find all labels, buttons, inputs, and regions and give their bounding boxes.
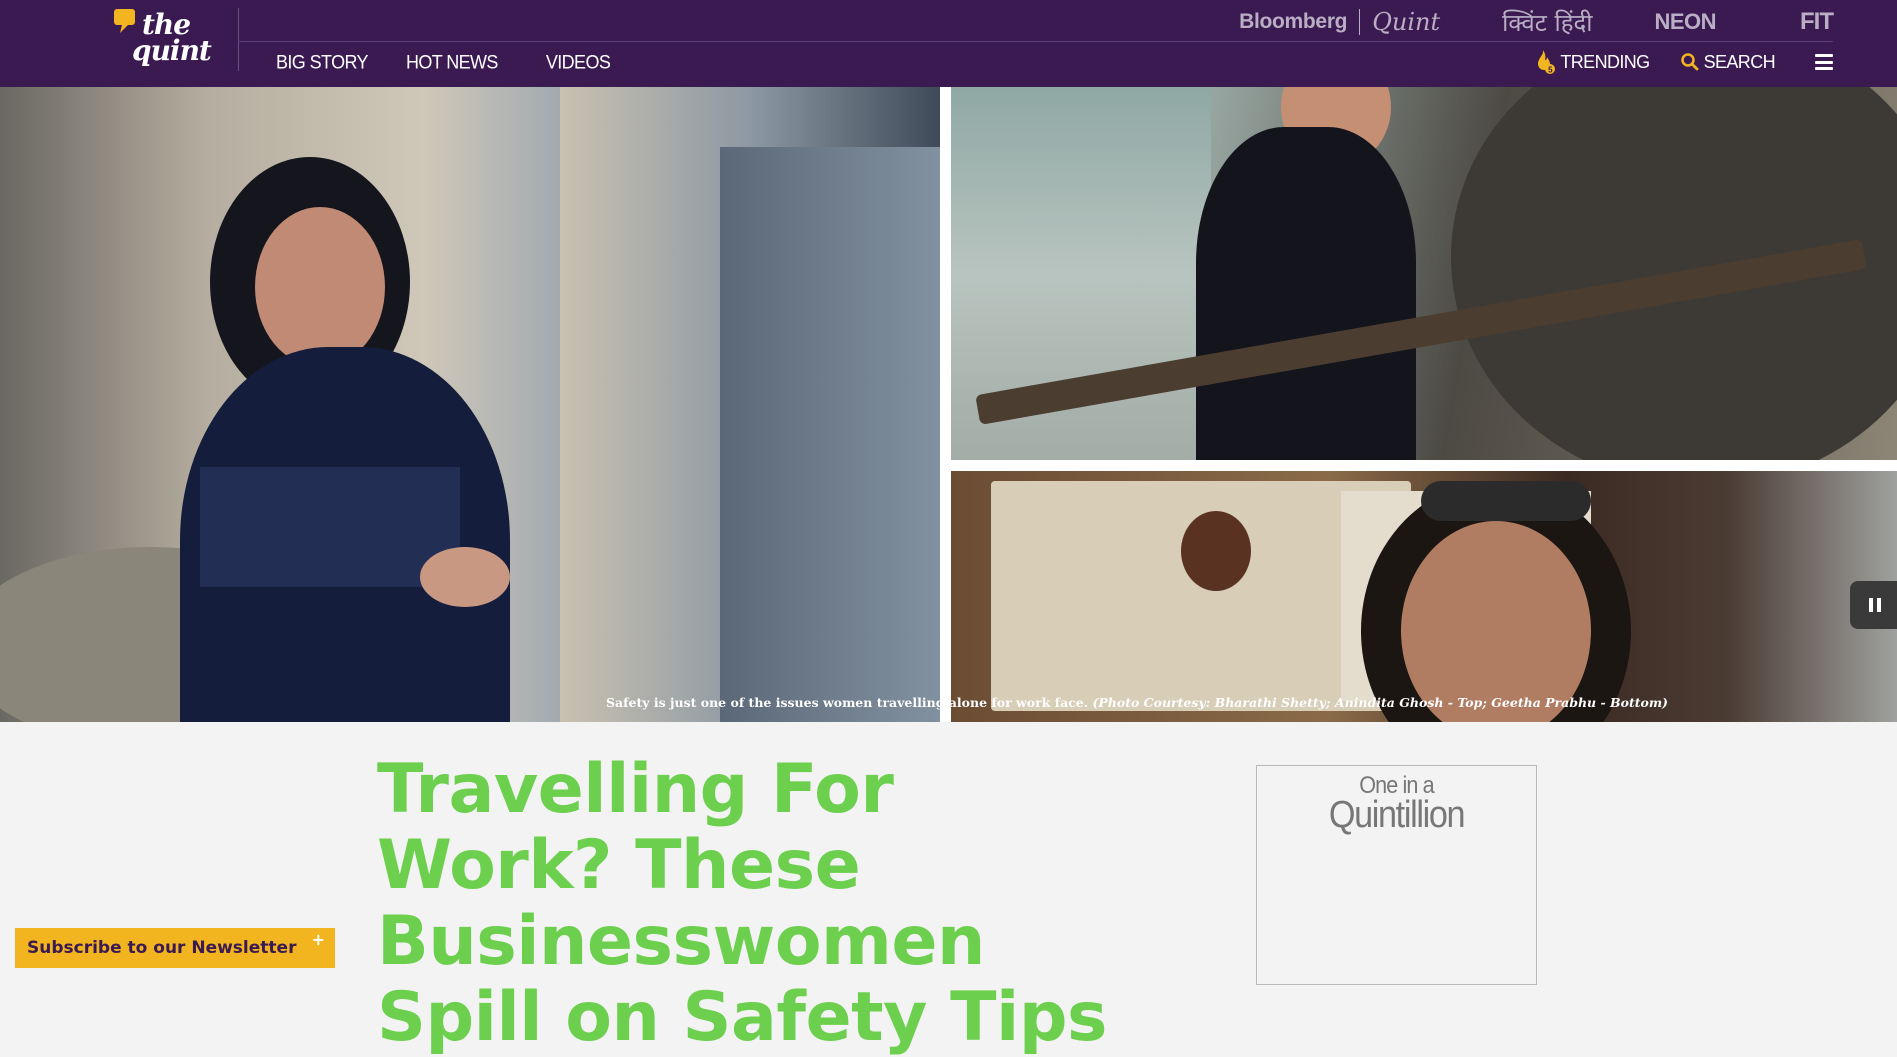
- header-tools: 5 TRENDING SEARCH: [1534, 48, 1833, 76]
- the-quint-logo[interactable]: the quint: [112, 6, 222, 72]
- hero-caption: Safety is just one of the issues women t…: [606, 695, 1668, 710]
- quote-bubble-icon: [114, 9, 135, 33]
- partner-link-fit[interactable]: FIT: [1800, 8, 1834, 36]
- search-label: SEARCH: [1703, 51, 1776, 72]
- nav-item-videos[interactable]: VIDEOS: [546, 51, 611, 74]
- slideshow-pause-button[interactable]: [1850, 581, 1897, 629]
- trending-label: TRENDING: [1560, 51, 1650, 72]
- caption-text: Safety is just one of the issues women t…: [606, 695, 1089, 710]
- article-headline: Travelling For Work? These Businesswomen…: [377, 750, 1107, 1057]
- newsletter-subscribe-bar[interactable]: Subscribe to our Newsletter +: [15, 928, 335, 968]
- logo-divider: [238, 8, 239, 71]
- plus-icon[interactable]: +: [312, 930, 325, 949]
- site-header: the quint Bloomberg Quint क्विंट हिंदी N…: [0, 0, 1897, 87]
- hero-photo-top-right: [951, 87, 1897, 460]
- partner-link-quint-hindi[interactable]: क्विंट हिंदी: [1502, 6, 1592, 39]
- search-icon: [1680, 53, 1698, 71]
- nav-item-big-story[interactable]: BIG STORY: [276, 51, 369, 74]
- hamburger-icon[interactable]: [1815, 54, 1833, 70]
- partner-link-bloomberg[interactable]: Bloomberg: [1239, 10, 1347, 34]
- one-in-a-quintillion-promo[interactable]: One in a Quintillion: [1256, 765, 1537, 985]
- promo-line-2: Quintillion: [1328, 794, 1466, 836]
- flame-icon: 5: [1538, 50, 1556, 75]
- hero-photo-bottom-right: [951, 471, 1897, 722]
- trending-button[interactable]: 5 TRENDING: [1534, 49, 1650, 75]
- header-divider: [238, 41, 1833, 42]
- search-button[interactable]: SEARCH: [1680, 51, 1776, 73]
- nav-item-hot-news[interactable]: HOT NEWS: [406, 51, 498, 74]
- hero-image-collage: [0, 87, 1897, 722]
- caption-credit: (Photo Courtesy: Bharathi Shetty; Anindi…: [1092, 695, 1668, 710]
- hero-photo-left: [0, 87, 940, 722]
- partner-sites: Bloomberg Quint क्विंट हिंदी NEON FIT: [1239, 6, 1834, 39]
- partner-link-neon[interactable]: NEON: [1654, 9, 1716, 35]
- newsletter-label: Subscribe to our Newsletter: [27, 938, 297, 958]
- pause-icon: [1869, 598, 1873, 612]
- partner-separator: [1359, 9, 1361, 35]
- partner-link-bloomberg-quint[interactable]: Quint: [1372, 8, 1440, 36]
- logo-text-quint: quint: [132, 34, 212, 67]
- main-nav: BIG STORY HOT NEWS VIDEOS: [276, 48, 611, 76]
